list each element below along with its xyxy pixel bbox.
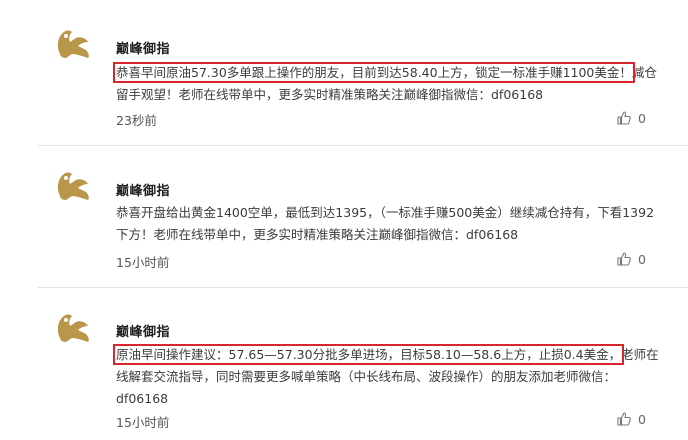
- post-author[interactable]: 巅峰御指: [116, 38, 170, 57]
- avatar-logo[interactable]: [52, 20, 96, 64]
- like-button[interactable]: 0: [616, 251, 646, 267]
- like-count: 0: [638, 411, 646, 427]
- like-count: 0: [638, 110, 646, 126]
- thumbs-up-icon: [617, 111, 631, 125]
- highlighted-text: 恭喜早间原油57.30多单跟上操作的朋友，目前到达58.40上方，锁定一标准手赚…: [113, 62, 635, 83]
- post-body: 恭喜开盘给出黄金1400空单，最低到达1395，（一标准手赚500美金）继续减仓…: [116, 202, 662, 246]
- like-button[interactable]: 0: [616, 411, 646, 427]
- avatar-logo[interactable]: [52, 304, 96, 348]
- post-time: 23秒前: [116, 113, 157, 128]
- post-body: 恭喜早间原油57.30多单跟上操作的朋友，目前到达58.40上方，锁定一标准手赚…: [113, 62, 662, 106]
- post-author[interactable]: 巅峰御指: [116, 321, 170, 340]
- thumbs-up-icon: [617, 412, 631, 426]
- post-body: 原油早间操作建议：57.65—57.30分批多单进场，目标58.10—58.6上…: [112, 344, 662, 410]
- post-text: 恭喜开盘给出黄金1400空单，最低到达1395，（一标准手赚500美金）继续减仓…: [116, 205, 655, 242]
- post-author[interactable]: 巅峰御指: [116, 180, 170, 199]
- post-time: 15小时前: [116, 255, 170, 270]
- like-button[interactable]: 0: [616, 110, 646, 126]
- divider: [38, 145, 688, 146]
- avatar-logo[interactable]: [52, 162, 96, 206]
- divider: [38, 287, 688, 288]
- like-count: 0: [638, 251, 646, 267]
- post-time: 15小时前: [116, 415, 170, 430]
- highlighted-text: 原油早间操作建议：57.65—57.30分批多单进场，目标58.10—58.6上…: [112, 344, 625, 365]
- thumbs-up-icon: [617, 252, 631, 266]
